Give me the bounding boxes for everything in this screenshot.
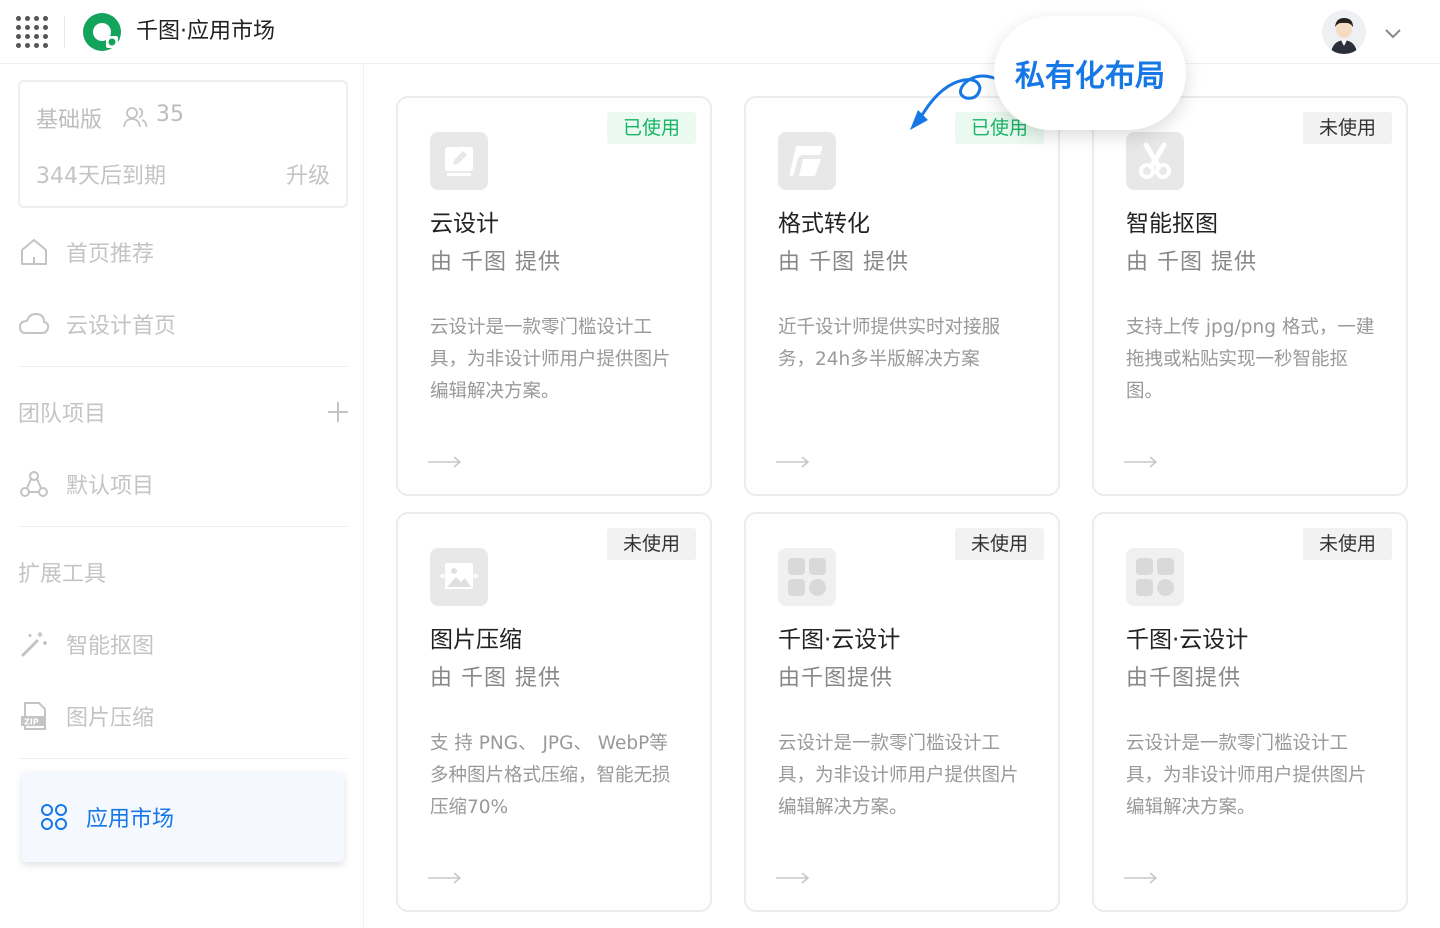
app-card-cloud-design[interactable]: 已使用 云设计 由 千图 提供 云设计是一款零门槛设计工具，为非设计师用户提供图… [396, 96, 712, 496]
app-description: 云设计是一款零门槛设计工具，为非设计师用户提供图片编辑解决方案。 [1126, 733, 1367, 818]
app-name: 图片压缩 [430, 627, 522, 653]
top-header: 千图·应用市场 [0, 0, 1440, 64]
avatar-icon [1322, 10, 1366, 54]
sidebar-item-compress[interactable]: ZIP 图片压缩 [18, 694, 348, 738]
app-grid-icon[interactable] [16, 16, 48, 48]
app-description: 云设计是一款零门槛设计工具，为非设计师用户提供图片编辑解决方案。 [430, 317, 671, 402]
plan-expiry: 344天后到期 [36, 164, 166, 189]
svg-text:ZIP: ZIP [24, 718, 39, 727]
app-card-qiantu-cloud-design[interactable]: 未使用 千图·云设计 由千图提供 云设计是一款零门槛设计工具，为非设计师用户提供… [744, 512, 1060, 912]
app-icon [430, 132, 488, 190]
app-provider: 由千图提供 [1126, 666, 1242, 691]
app-card-qiantu-cloud-design-2[interactable]: 未使用 千图·云设计 由千图提供 云设计是一款零门槛设计工具，为非设计师用户提供… [1092, 512, 1408, 912]
convert-icon [789, 146, 823, 176]
app-description: 近千设计师提供实时对接服务，24h多半版解决方案 [778, 317, 1001, 370]
app-provider: 由 千图 提供 [430, 666, 561, 691]
sidebar-item-label: 首页推荐 [66, 242, 155, 267]
app-provider: 由千图提供 [778, 666, 894, 691]
sidebar-item-cloud-home[interactable]: 云设计首页 [18, 302, 348, 346]
arrow-right-icon[interactable] [428, 456, 462, 468]
upgrade-link[interactable]: 升级 [286, 158, 330, 190]
status-badge: 未使用 [1302, 528, 1392, 560]
edit-icon [445, 147, 473, 176]
app-icon [430, 548, 488, 606]
sidebar-item-home[interactable]: 首页推荐 [18, 230, 348, 274]
apps-icon [788, 558, 826, 596]
app-name: 云设计 [430, 211, 499, 237]
app-name: 千图·云设计 [778, 627, 901, 653]
chevron-down-icon[interactable] [1382, 22, 1404, 44]
app-description: 支 持 PNG、 JPG、 WebP等多种图片格式压缩，智能无损压缩70% [430, 733, 671, 818]
app-description: 云设计是一款零门槛设计工具，为非设计师用户提供图片编辑解决方案。 [778, 733, 1019, 818]
sidebar-item-label: 图片压缩 [66, 706, 155, 731]
image-icon [440, 563, 478, 589]
app-name: 千图·云设计 [1126, 627, 1249, 653]
sidebar-item-label: 智能抠图 [66, 634, 155, 659]
status-badge: 未使用 [1302, 112, 1392, 144]
arrow-right-icon[interactable] [776, 872, 810, 884]
sidebar-divider [18, 758, 348, 759]
sidebar-item-default-project[interactable]: 默认项目 [18, 462, 348, 506]
app-name: 格式转化 [778, 211, 870, 237]
app-card-image-compress[interactable]: 未使用 图片压缩 由 千图 提供 支 持 PNG、 JPG、 WebP等多种图片… [396, 512, 712, 912]
callout-bubble: 私有化布局 [994, 16, 1186, 130]
plan-name: 基础版 [36, 108, 103, 133]
app-provider: 由 千图 提供 [430, 250, 561, 275]
app-card-smart-matting[interactable]: 未使用 智能抠图 由 千图 提供 支持上传 jpg/png 格式，一建拖拽或粘贴… [1092, 96, 1408, 496]
app-name: 智能抠图 [1126, 211, 1218, 237]
app-title: 千图·应用市场 [136, 19, 275, 44]
magic-wand-icon [21, 632, 47, 657]
app-icon [778, 132, 836, 190]
scissors-icon [1139, 142, 1171, 179]
member-count: 35 [156, 102, 184, 127]
app-provider: 由 千图 提供 [1126, 250, 1257, 275]
sidebar-item-label: 应用市场 [86, 807, 175, 832]
sidebar-item-label: 默认项目 [66, 474, 155, 499]
members-icon [123, 107, 148, 128]
team-section-title: 团队项目 [18, 402, 107, 427]
apps-grid-icon [41, 804, 67, 830]
tools-section-title: 扩展工具 [18, 562, 107, 587]
app-provider: 由 千图 提供 [778, 250, 909, 275]
app-description: 支持上传 jpg/png 格式，一建拖拽或粘贴实现一秒智能抠图。 [1126, 317, 1375, 402]
sidebar-divider [18, 526, 348, 527]
apps-icon [1136, 558, 1174, 596]
header-divider [64, 16, 65, 48]
app-icon [1126, 548, 1184, 606]
arrow-right-icon[interactable] [428, 872, 462, 884]
cloud-icon [18, 312, 50, 334]
zip-file-icon: ZIP [21, 702, 46, 730]
project-icon [20, 471, 48, 497]
plus-icon[interactable] [326, 400, 350, 424]
app-card-format-convert[interactable]: 已使用 格式转化 由 千图 提供 近千设计师提供实时对接服务，24h多半版解决方… [744, 96, 1060, 496]
plan-card: 基础版 35 344天后到期 升级 [18, 80, 348, 208]
logo-icon[interactable] [82, 12, 122, 52]
curved-arrow-icon [910, 74, 996, 130]
arrow-right-icon[interactable] [776, 456, 810, 468]
sidebar-item-app-market[interactable]: 应用市场 [22, 772, 344, 862]
callout-text: 私有化布局 [1015, 59, 1165, 94]
sidebar-item-matting[interactable]: 智能抠图 [18, 622, 348, 666]
sidebar-divider [18, 366, 348, 367]
user-avatar[interactable] [1322, 10, 1366, 54]
sidebar: 基础版 35 344天后到期 升级 首页推荐 云设计首页 团队项目 默认项目 扩… [0, 64, 364, 928]
sidebar-item-label: 云设计首页 [66, 314, 177, 339]
app-icon [778, 548, 836, 606]
arrow-right-icon[interactable] [1124, 456, 1158, 468]
status-badge: 未使用 [954, 528, 1044, 560]
home-icon [21, 239, 47, 265]
arrow-right-icon[interactable] [1124, 872, 1158, 884]
status-badge: 已使用 [606, 112, 696, 144]
app-icon [1126, 132, 1184, 190]
status-badge: 未使用 [606, 528, 696, 560]
